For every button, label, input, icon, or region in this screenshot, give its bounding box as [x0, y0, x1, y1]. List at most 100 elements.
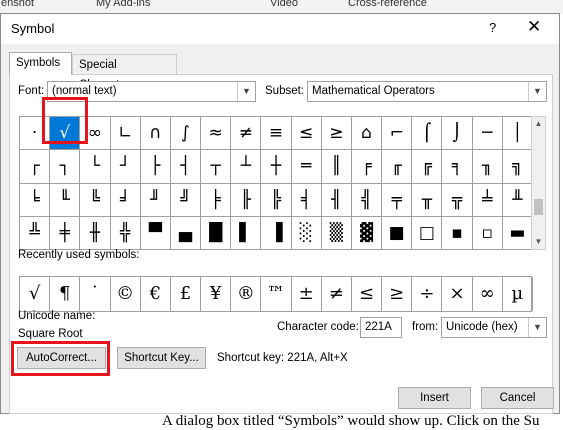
symbol-cell[interactable]: ╤ [382, 183, 413, 217]
recent-symbol-cell[interactable]: ∞ [473, 277, 503, 311]
symbol-cell[interactable]: ∩ [140, 117, 171, 151]
recent-symbol-cell[interactable]: √ [20, 277, 51, 311]
symbol-cell[interactable]: ╪ [50, 216, 81, 250]
tab-symbols[interactable]: Symbols [9, 52, 72, 75]
symbol-cell[interactable]: ┌ [20, 150, 51, 184]
symbol-cell[interactable]: ╣ [351, 183, 383, 217]
symbol-cell[interactable]: ▌ [231, 216, 262, 250]
symbol-cell[interactable]: ┴ [231, 150, 262, 184]
recent-symbol-cell[interactable]: © [111, 277, 141, 311]
symbol-cell[interactable]: ▀ [140, 216, 171, 250]
symbol-cell[interactable]: ∫ [170, 117, 202, 151]
symbol-cell[interactable]: └ [80, 150, 111, 184]
recent-symbol-cell[interactable]: ± [292, 277, 322, 311]
symbol-cell[interactable]: ⌠ [412, 117, 443, 151]
symbol-cell[interactable]: ⌡ [442, 117, 473, 151]
symbol-cell[interactable]: ▫ [472, 216, 503, 250]
symbol-cell[interactable]: │ [502, 117, 533, 151]
symbol-cell[interactable]: ╙ [50, 183, 81, 217]
symbol-cell[interactable]: ∞ [80, 117, 111, 151]
symbol-cell[interactable]: ╚ [80, 183, 111, 217]
scroll-up-icon[interactable]: ▲ [532, 117, 545, 131]
close-button[interactable]: ✕ [527, 17, 541, 37]
recent-symbol-cell[interactable]: ¶ [50, 277, 81, 311]
recent-symbol-cell[interactable]: µ [503, 277, 533, 311]
symbol-cell[interactable]: ┤ [170, 150, 202, 184]
symbol-cell[interactable]: ⌂ [351, 117, 383, 151]
subset-dropdown[interactable]: Mathematical Operators ▼ [307, 81, 547, 102]
symbol-cell[interactable]: ╞ [201, 183, 232, 217]
symbol-cell[interactable]: ≠ [231, 117, 262, 151]
symbol-cell[interactable]: ▪ [442, 216, 473, 250]
symbol-cell[interactable]: ╒ [351, 150, 383, 184]
symbol-cell[interactable]: ╕ [442, 150, 473, 184]
symbol-cell[interactable]: ║ [321, 150, 352, 184]
recent-symbol-cell[interactable]: ˙ [80, 277, 111, 311]
symbol-cell[interactable]: ∟ [110, 117, 141, 151]
symbol-cell[interactable]: ╢ [321, 183, 352, 217]
symbol-cell[interactable]: ▬ [502, 216, 533, 250]
recent-symbol-cell[interactable]: £ [171, 277, 202, 311]
symbol-cell[interactable]: ╦ [442, 183, 473, 217]
symbol-cell[interactable]: ┘ [110, 150, 141, 184]
symbol-cell[interactable]: ═ [291, 150, 322, 184]
symbol-cell[interactable]: ╝ [170, 183, 202, 217]
symbol-cell[interactable]: ╘ [20, 183, 51, 217]
recent-symbol-cell[interactable]: × [442, 277, 473, 311]
scroll-thumb[interactable] [534, 199, 543, 215]
symbol-cell[interactable]: ╟ [231, 183, 262, 217]
shortcut-key-button[interactable]: Shortcut Key... [117, 347, 206, 369]
scroll-down-icon[interactable]: ▼ [532, 235, 545, 249]
recent-symbol-cell[interactable]: ≤ [352, 277, 383, 311]
symbol-cell[interactable]: √ [50, 117, 81, 151]
symbol-grid-scrollbar[interactable]: ▲ ▼ [531, 116, 546, 250]
recent-symbol-cell[interactable]: ™ [261, 277, 292, 311]
symbol-cell[interactable]: ╥ [412, 183, 443, 217]
recent-symbol-cell[interactable]: ≠ [322, 277, 352, 311]
symbol-cell[interactable]: ╡ [291, 183, 322, 217]
character-code-input[interactable]: 221A [360, 317, 402, 338]
symbol-cell[interactable]: ┐ [50, 150, 81, 184]
symbol-cell[interactable]: ╩ [20, 216, 51, 250]
symbol-cell[interactable]: ■ [382, 216, 413, 250]
symbol-cell[interactable]: ├ [140, 150, 171, 184]
from-dropdown[interactable]: Unicode (hex) ▼ [441, 317, 547, 338]
symbol-cell[interactable]: ≥ [321, 117, 352, 151]
symbol-cell[interactable]: ▄ [170, 216, 202, 250]
tab-special-characters[interactable]: Special Characters [72, 54, 177, 91]
font-dropdown[interactable]: (normal text) ▼ [47, 81, 256, 102]
symbol-cell[interactable]: ╨ [502, 183, 533, 217]
help-button[interactable]: ? [489, 20, 496, 35]
symbol-cell[interactable]: ┬ [201, 150, 232, 184]
symbol-cell[interactable]: ╓ [382, 150, 413, 184]
symbol-cell[interactable]: ╜ [140, 183, 171, 217]
symbol-cell[interactable]: ≡ [261, 117, 292, 151]
symbol-cell[interactable]: ⌐ [382, 117, 413, 151]
symbol-cell[interactable]: ╖ [472, 150, 503, 184]
recent-symbol-cell[interactable]: ¥ [201, 277, 232, 311]
symbol-cell[interactable]: ▒ [321, 216, 352, 250]
symbol-cell[interactable]: ╬ [110, 216, 141, 250]
recent-symbol-cell[interactable]: ® [231, 277, 262, 311]
symbol-cell[interactable]: ┼ [261, 150, 292, 184]
symbol-cell[interactable]: ╧ [472, 183, 503, 217]
symbol-cell[interactable]: ╗ [502, 150, 533, 184]
symbol-cell[interactable]: ╛ [110, 183, 141, 217]
cancel-button[interactable]: Cancel [481, 387, 554, 409]
symbol-cell[interactable]: ─ [472, 117, 503, 151]
symbol-cell[interactable]: ▓ [351, 216, 383, 250]
symbol-cell[interactable]: █ [201, 216, 232, 250]
symbol-cell[interactable]: ╠ [261, 183, 292, 217]
symbol-cell[interactable]: ░ [291, 216, 322, 250]
symbol-cell[interactable]: □ [412, 216, 443, 250]
symbol-cell[interactable]: ≈ [201, 117, 232, 151]
symbol-cell[interactable]: ≤ [291, 117, 322, 151]
symbol-cell[interactable]: ▐ [261, 216, 292, 250]
symbol-cell[interactable]: ╫ [80, 216, 111, 250]
recent-symbol-cell[interactable]: ≥ [382, 277, 413, 311]
symbol-cell[interactable]: ╔ [412, 150, 443, 184]
recent-symbol-cell[interactable]: ÷ [412, 277, 443, 311]
recent-symbol-cell[interactable]: € [141, 277, 171, 311]
autocorrect-button[interactable]: AutoCorrect... [17, 347, 106, 369]
symbol-cell[interactable]: · [20, 117, 51, 151]
